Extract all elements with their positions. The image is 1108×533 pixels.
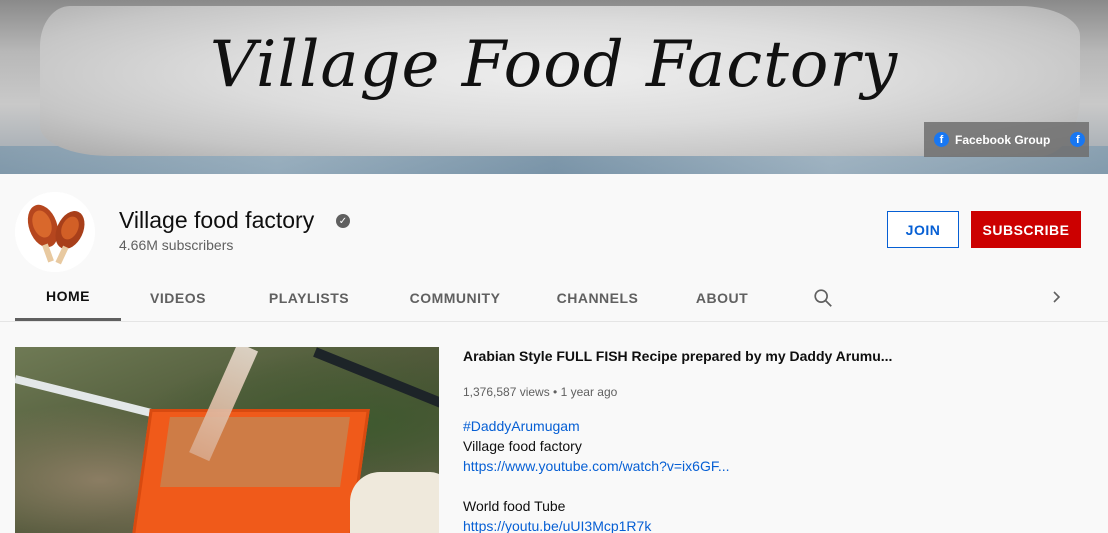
verified-check-icon: ✓ — [336, 214, 350, 228]
tab-about[interactable]: ABOUT — [691, 274, 753, 321]
chevron-right-icon[interactable] — [1049, 288, 1065, 306]
featured-video-thumbnail[interactable] — [15, 347, 439, 533]
tab-community[interactable]: COMMUNITY — [403, 274, 507, 321]
featured-video-meta: 1,376,587 views • 1 year ago — [463, 385, 618, 399]
tab-channels[interactable]: CHANNELS — [555, 274, 640, 321]
facebook-icon: f — [934, 132, 949, 147]
featured-video-title[interactable]: Arabian Style FULL FISH Recipe prepared … — [463, 348, 892, 364]
facebook-group-label: Facebook Group — [955, 132, 1051, 147]
description-line: World food Tube — [463, 498, 566, 514]
facebook-icon[interactable]: f — [1070, 132, 1086, 147]
search-icon[interactable] — [812, 287, 834, 309]
tab-home[interactable]: HOME — [15, 274, 121, 321]
description-hashtag-link[interactable]: #DaddyArumugam — [463, 418, 580, 434]
home-content: Arabian Style FULL FISH Recipe prepared … — [0, 321, 1108, 533]
join-button[interactable]: JOIN — [887, 211, 959, 248]
channel-tabs: HOME VIDEOS PLAYLISTS COMMUNITY CHANNELS… — [15, 274, 1095, 321]
description-line: Village food factory — [463, 438, 582, 454]
tab-videos[interactable]: VIDEOS — [142, 274, 214, 321]
channel-page: Village Food Factory f Facebook Group f … — [0, 0, 1108, 533]
channel-name[interactable]: Village food factory — [119, 207, 314, 234]
channel-banner: Village Food Factory f Facebook Group f — [0, 0, 1108, 174]
tab-playlists[interactable]: PLAYLISTS — [260, 274, 358, 321]
subscriber-count: 4.66M subscribers — [119, 237, 234, 253]
facebook-group-link[interactable]: f Facebook Group f — [924, 122, 1089, 157]
chicken-leg-icon — [15, 192, 95, 272]
banner-title: Village Food Factory — [209, 28, 899, 102]
channel-avatar[interactable] — [15, 192, 95, 272]
description-url-link[interactable]: https://www.youtube.com/watch?v=ix6GF... — [463, 458, 730, 474]
thumbnail-cloth — [350, 472, 439, 533]
channel-header: Village food factory ✓ 4.66M subscribers… — [0, 174, 1108, 321]
subscribe-button[interactable]: SUBSCRIBE — [971, 211, 1081, 248]
description-url-link[interactable]: https://youtu.be/uUI3Mcp1R7k — [463, 518, 651, 533]
